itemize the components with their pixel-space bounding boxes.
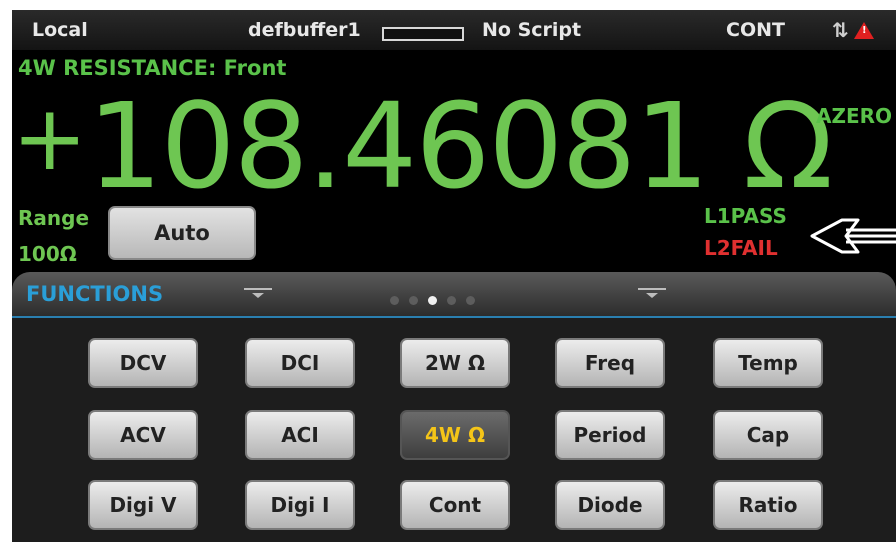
page-dot-icon (428, 296, 437, 305)
swipe-handle-icon[interactable] (244, 288, 272, 300)
pointer-arrow-icon (810, 218, 896, 254)
status-bar: Local defbuffer1 No Script CONT ⇅ ! (12, 10, 896, 50)
function-4w-ohm-button[interactable]: 4W Ω (400, 410, 510, 460)
local-remote-indicator[interactable]: Local (32, 19, 88, 41)
function-temp-button[interactable]: Temp (713, 338, 823, 388)
page-dot-icon (409, 296, 418, 305)
function-cont-button[interactable]: Cont (400, 480, 510, 530)
range-auto-button[interactable]: Auto (108, 206, 256, 260)
active-buffer-indicator[interactable]: defbuffer1 (248, 19, 361, 41)
reading-sign: + (12, 86, 87, 191)
page-indicator (390, 290, 485, 309)
function-dci-button[interactable]: DCI (245, 338, 355, 388)
limit2-status: L2FAIL (704, 236, 778, 260)
autozero-indicator: AZERO (816, 104, 893, 128)
reading-value: 108.46081 Ω (87, 77, 833, 215)
front-panel-display: Local defbuffer1 No Script CONT ⇅ ! 4W R… (12, 10, 896, 542)
function-freq-button[interactable]: Freq (555, 338, 665, 388)
function-ratio-button[interactable]: Ratio (713, 480, 823, 530)
trigger-mode-indicator[interactable]: CONT (726, 19, 785, 41)
swipe-handle-icon[interactable] (638, 288, 666, 300)
limit1-status: L1PASS (704, 204, 787, 228)
function-acv-button[interactable]: ACV (88, 410, 198, 460)
swipe-screen-title: FUNCTIONS (26, 282, 164, 306)
range-label: Range (18, 206, 90, 230)
range-value: 100Ω (18, 242, 77, 266)
function-aci-button[interactable]: ACI (245, 410, 355, 460)
buffer-fill-bar (382, 27, 464, 41)
continuous-trigger-icon[interactable]: ⇅ (832, 18, 849, 42)
function-period-button[interactable]: Period (555, 410, 665, 460)
warning-icon[interactable]: ! (854, 22, 874, 39)
function-dcv-button[interactable]: DCV (88, 338, 198, 388)
page-dot-icon (466, 296, 475, 305)
swipe-screen-header[interactable]: FUNCTIONS (12, 272, 896, 316)
function-digi-v-button[interactable]: Digi V (88, 480, 198, 530)
script-indicator[interactable]: No Script (482, 19, 581, 41)
function-cap-button[interactable]: Cap (713, 410, 823, 460)
function-diode-button[interactable]: Diode (555, 480, 665, 530)
function-digi-i-button[interactable]: Digi I (245, 480, 355, 530)
measurement-reading: +108.46081 Ω (12, 74, 833, 211)
page-dot-icon (390, 296, 399, 305)
page-dot-icon (447, 296, 456, 305)
function-2w-ohm-button[interactable]: 2W Ω (400, 338, 510, 388)
functions-panel: DCV DCI 2W Ω Freq Temp ACV ACI 4W Ω Peri… (12, 316, 896, 542)
